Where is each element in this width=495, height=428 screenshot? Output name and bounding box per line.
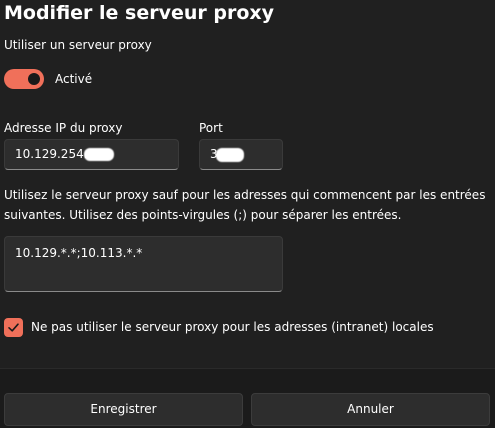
exceptions-value: 10.129.*.*;10.113.*.* <box>15 246 143 260</box>
local-bypass-checkbox[interactable] <box>4 318 23 337</box>
proxy-settings-dialog: Modifier le serveur proxy Utiliser un se… <box>0 0 495 428</box>
save-button[interactable]: Enregistrer <box>4 393 243 426</box>
redaction-mark <box>215 147 244 162</box>
checkmark-icon <box>8 323 19 332</box>
proxy-ip-value: 10.129.254. <box>15 147 88 161</box>
proxy-port-input[interactable]: 3 <box>199 139 283 170</box>
exceptions-description: Utilisez le serveur proxy sauf pour les … <box>4 188 486 222</box>
local-bypass-label: Ne pas utiliser le serveur proxy pour le… <box>31 320 434 334</box>
proxy-ip-input[interactable]: 10.129.254. <box>4 139 179 170</box>
use-proxy-label: Utiliser un serveur proxy <box>4 38 152 52</box>
proxy-port-label: Port <box>199 121 223 135</box>
dialog-footer: Enregistrer Annuler <box>0 368 495 428</box>
exceptions-input[interactable]: 10.129.*.*;10.113.*.* <box>4 236 283 292</box>
use-proxy-toggle[interactable] <box>4 69 44 89</box>
redaction-mark <box>83 148 114 161</box>
dialog-title: Modifier le serveur proxy <box>4 2 275 24</box>
toggle-state-label: Activé <box>55 72 93 86</box>
cancel-button[interactable]: Annuler <box>251 393 490 426</box>
proxy-ip-label: Adresse IP du proxy <box>4 121 123 135</box>
toggle-knob <box>28 73 40 85</box>
